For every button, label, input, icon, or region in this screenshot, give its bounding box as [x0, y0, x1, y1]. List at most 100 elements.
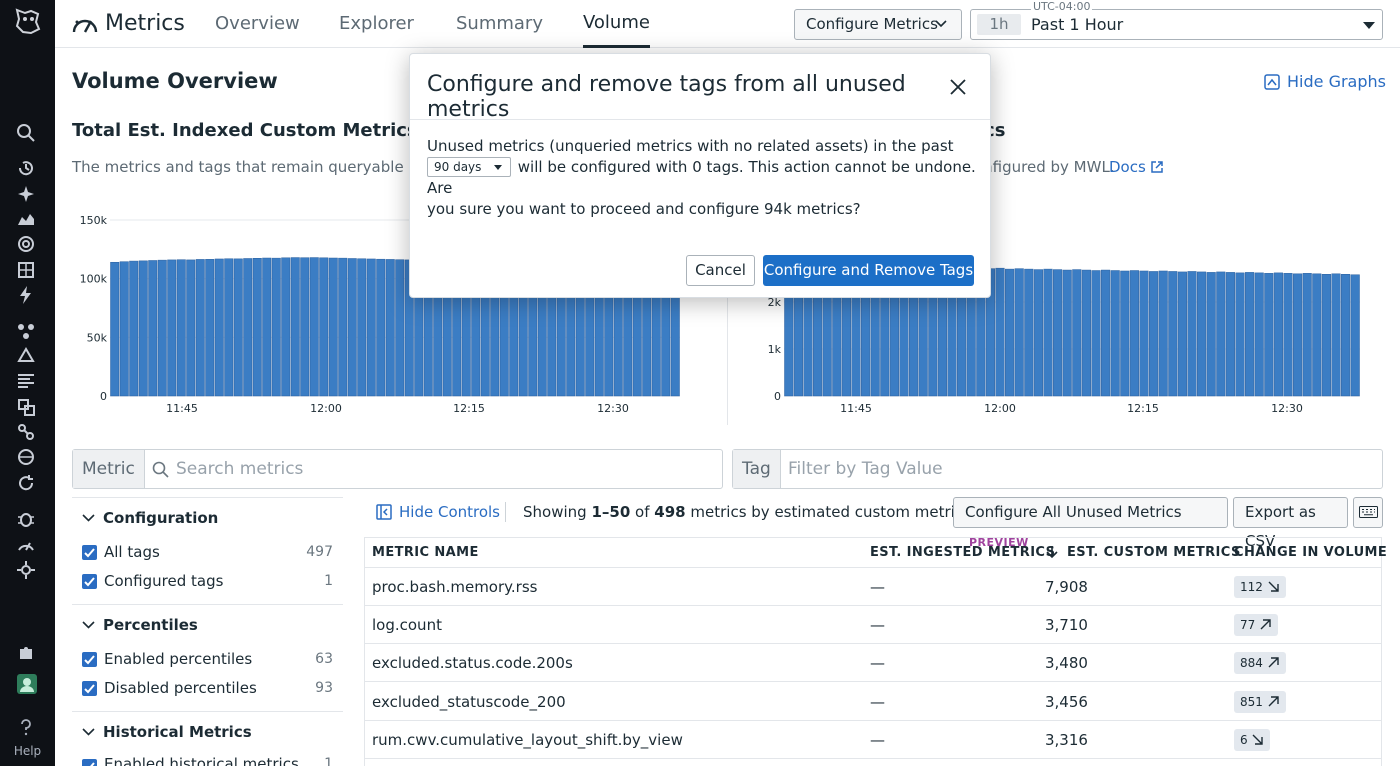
bar[interactable] [1129, 270, 1139, 397]
hide-graphs-link[interactable]: Hide Graphs [1264, 72, 1386, 91]
bar[interactable] [233, 258, 243, 397]
tab-volume[interactable]: Volume [583, 0, 650, 48]
tab-summary[interactable]: Summary [456, 0, 543, 48]
bar[interactable] [1168, 271, 1178, 397]
bar[interactable] [157, 259, 167, 397]
bar[interactable] [1235, 272, 1245, 397]
col-header-custom[interactable]: EST. CUSTOM METRICS [1067, 545, 1241, 560]
bar[interactable] [195, 259, 205, 397]
metric-name-cell[interactable]: rum.cwv.cumulative_layout_shift.by_view [372, 721, 683, 759]
table-row[interactable]: proc.bash.memory.rss — 7,908 112 [364, 568, 1382, 606]
datadog-logo-icon[interactable] [11, 4, 45, 38]
bar[interactable] [1014, 268, 1024, 397]
bar[interactable] [1120, 270, 1130, 397]
bar[interactable] [1302, 273, 1312, 397]
bar[interactable] [167, 259, 177, 397]
bar[interactable] [1101, 269, 1111, 397]
bar[interactable] [271, 257, 281, 397]
bar[interactable] [1187, 271, 1197, 397]
bar[interactable] [1091, 270, 1101, 397]
bar[interactable] [1033, 269, 1043, 397]
digital-experience-icon[interactable] [16, 447, 38, 469]
search-icon[interactable] [16, 123, 38, 145]
bar[interactable] [1312, 273, 1322, 397]
table-row[interactable]: excluded_statuscode_200 — 3,456 851 [364, 683, 1382, 721]
bar[interactable] [309, 257, 319, 397]
col-header-metric-name[interactable]: METRIC NAME [372, 545, 479, 560]
help-label[interactable]: Help [0, 744, 55, 758]
bar[interactable] [376, 258, 386, 397]
checkbox-enabled-percentiles[interactable] [82, 652, 97, 667]
bar[interactable] [1005, 268, 1015, 397]
keyboard-shortcuts-button[interactable] [1353, 497, 1383, 528]
service-mgmt-icon[interactable] [16, 560, 38, 582]
bar[interactable] [1331, 273, 1341, 397]
bar[interactable] [1197, 271, 1207, 397]
tag-filter-input[interactable] [788, 450, 1368, 488]
bar[interactable] [1110, 270, 1120, 397]
bar[interactable] [1283, 273, 1293, 397]
table-row[interactable]: log.count — 3,710 77 [364, 606, 1382, 644]
bar[interactable] [338, 257, 348, 397]
metric-name-cell[interactable]: excluded_statuscode_200 [372, 683, 566, 721]
checkbox-enabled-historical[interactable] [82, 759, 97, 766]
metric-search-input[interactable] [176, 450, 706, 488]
bar[interactable] [119, 261, 129, 397]
metric-name-cell[interactable]: excluded.status.code.200s [372, 644, 573, 682]
ci-icon[interactable] [16, 473, 38, 495]
close-icon[interactable] [948, 77, 968, 97]
metric-name-cell[interactable]: log.count [372, 606, 442, 644]
bar[interactable] [262, 257, 272, 397]
cancel-button[interactable]: Cancel [686, 255, 755, 286]
bar[interactable] [357, 258, 367, 397]
bar[interactable] [176, 259, 186, 397]
bar[interactable] [1293, 273, 1303, 397]
network-icon[interactable] [16, 422, 38, 444]
tab-overview[interactable]: Overview [215, 0, 300, 48]
puzzle-icon[interactable] [16, 643, 38, 665]
bar[interactable] [1245, 272, 1255, 397]
bar[interactable] [1139, 270, 1149, 397]
bar[interactable] [1264, 273, 1274, 397]
table-row[interactable]: excluded.status.code.200s — 3,480 884 [364, 644, 1382, 682]
bar[interactable] [347, 258, 357, 397]
checkbox-all-tags[interactable] [82, 545, 97, 560]
configure-and-remove-tags-button[interactable]: Configure and Remove Tags [763, 255, 974, 286]
bar[interactable] [1081, 269, 1091, 397]
export-csv-button[interactable]: Export as CSV [1233, 497, 1348, 550]
bar[interactable] [1062, 269, 1072, 397]
time-picker[interactable]: 1h UTC-04:00 Past 1 Hour [970, 0, 1383, 40]
sparkle-icon[interactable] [16, 184, 38, 206]
metric-name-cell[interactable]: proc.bash.memory.rss [372, 568, 537, 606]
tab-explorer[interactable]: Explorer [339, 0, 414, 48]
help-icon[interactable] [16, 717, 38, 739]
sort-arrow-down-icon[interactable] [1046, 545, 1058, 559]
facet-percentiles-header[interactable]: Percentiles [82, 616, 198, 634]
bar[interactable] [205, 259, 215, 397]
bar[interactable] [1177, 271, 1187, 397]
col-header-ingested[interactable]: EST. INGESTED METRICS [870, 545, 1055, 560]
bar[interactable] [319, 257, 329, 397]
hide-controls-link[interactable]: Hide Controls [376, 503, 500, 521]
bar[interactable] [1341, 274, 1351, 397]
bar[interactable] [385, 259, 395, 397]
bar[interactable] [1024, 268, 1034, 397]
bar[interactable] [1350, 274, 1360, 397]
bar[interactable] [1206, 272, 1216, 397]
bar[interactable] [1043, 268, 1053, 397]
bar[interactable] [243, 258, 253, 397]
bar[interactable] [300, 257, 310, 397]
security-icon[interactable] [16, 397, 38, 419]
bar[interactable] [1158, 270, 1168, 397]
bar[interactable] [1273, 272, 1283, 397]
bar[interactable] [995, 267, 1005, 397]
facet-configuration-header[interactable]: Configuration [82, 509, 218, 527]
bar[interactable] [328, 257, 338, 397]
table-row[interactable]: rum.cwv.cumulative_layout_shift.by_view —… [364, 721, 1382, 759]
bar[interactable] [224, 258, 234, 397]
facet-historical-header[interactable]: Historical Metrics [82, 723, 252, 741]
monitors-icon[interactable] [16, 234, 38, 256]
bar[interactable] [1072, 269, 1082, 397]
bar[interactable] [252, 258, 262, 397]
bar[interactable] [148, 260, 158, 397]
